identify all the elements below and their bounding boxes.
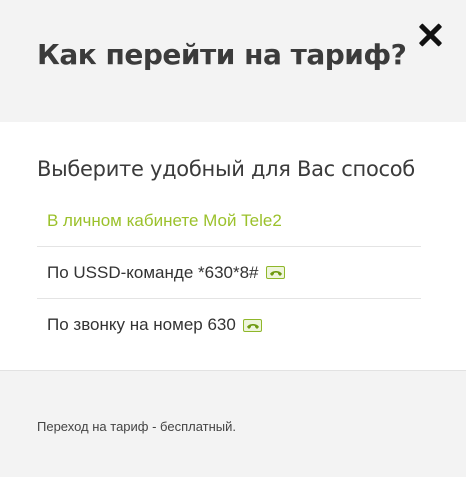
tariff-modal: Как перейти на тариф? Выберите удобный д…	[0, 0, 466, 477]
option-ussd-label: По USSD-команде *630*8#	[47, 262, 259, 282]
methods-subtitle: Выберите удобный для Вас способ	[37, 157, 415, 181]
option-ussd[interactable]: По USSD-команде *630*8#	[37, 247, 421, 299]
phone-icon[interactable]	[265, 266, 285, 279]
modal-title: Как перейти на тариф?	[37, 38, 407, 71]
phone-icon[interactable]	[242, 318, 262, 332]
option-call-label: По звонку на номер 630	[47, 315, 236, 334]
option-personal-account[interactable]: В личном кабинете Мой Tele2	[37, 195, 421, 247]
close-icon[interactable]	[417, 22, 443, 48]
modal-footer: Переход на тариф - бесплатный.	[0, 372, 466, 477]
modal-header: Как перейти на тариф?	[0, 0, 466, 122]
modal-body: Выберите удобный для Вас способ В личном…	[0, 122, 466, 371]
option-personal-account-label[interactable]: В личном кабинете Мой Tele2	[47, 211, 282, 231]
option-call[interactable]: По звонку на номер 630	[37, 299, 421, 351]
free-transition-note: Переход на тариф - бесплатный.	[37, 419, 236, 434]
